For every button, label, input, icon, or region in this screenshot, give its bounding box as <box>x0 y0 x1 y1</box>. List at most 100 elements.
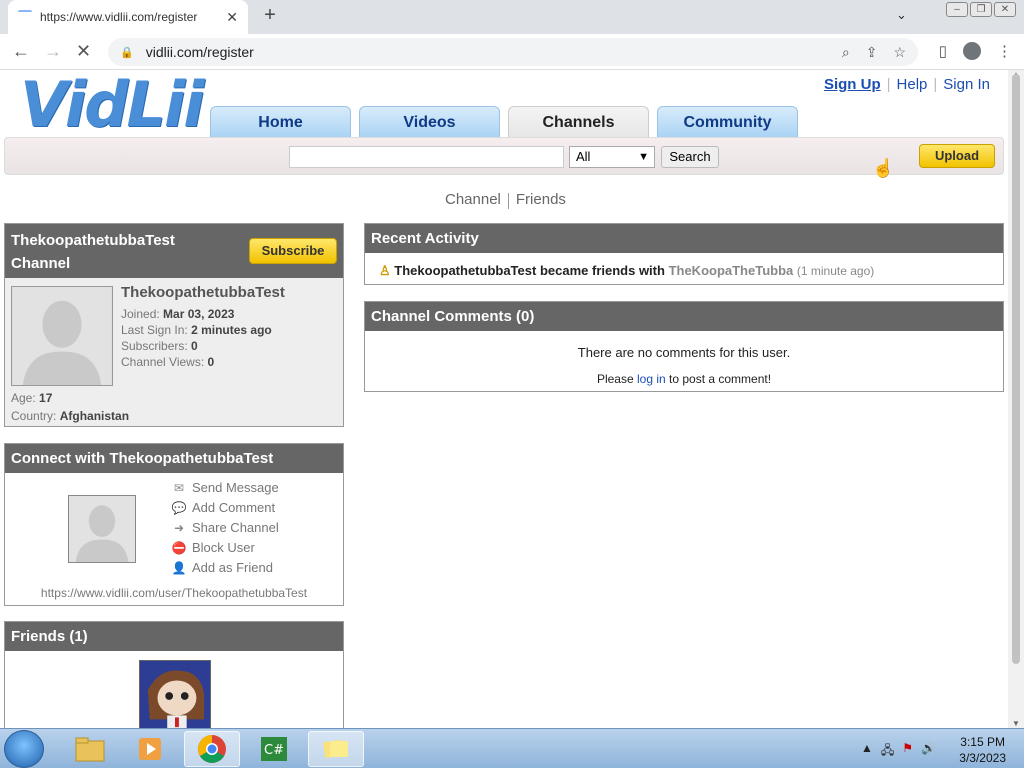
friend-avatar-image <box>140 661 210 728</box>
friend-activity-icon: ♙ <box>379 263 391 278</box>
new-tab-icon[interactable]: + <box>258 4 282 27</box>
age-stat: Age: 17 <box>11 391 52 405</box>
country-stat: Country: Afghanistan <box>11 409 129 423</box>
envelope-icon: ✉ <box>173 480 185 495</box>
chrome-taskbar-icon[interactable] <box>184 731 240 767</box>
browser-tab[interactable]: https://www.vidlii.com/register ✕ <box>8 0 248 34</box>
add-friend-label[interactable]: Add as Friend <box>192 560 273 575</box>
upload-button[interactable]: Upload <box>919 144 995 168</box>
search-category-select[interactable]: All ▼ <box>569 146 655 168</box>
csharp-app-icon[interactable]: C# <box>246 731 302 767</box>
clock[interactable]: 3:15 PM 3/3/2023 <box>959 734 1006 766</box>
login-link[interactable]: log in <box>637 372 666 386</box>
views-value: 0 <box>207 355 215 369</box>
profile-avatar-icon[interactable] <box>963 42 981 60</box>
csharp-icon: C# <box>261 737 287 761</box>
volume-icon[interactable]: 🔊 <box>921 741 936 762</box>
tab-search-chevron-icon[interactable]: ⌄ <box>896 7 907 23</box>
recent-header: Recent Activity <box>365 224 1003 253</box>
back-icon[interactable]: ← <box>12 41 30 62</box>
stop-loading-icon[interactable]: ✕ <box>76 41 91 62</box>
close-tab-icon[interactable]: ✕ <box>226 9 238 26</box>
scroll-thumb[interactable] <box>1012 74 1020 664</box>
friends-box: Friends (1) <box>4 621 344 728</box>
url-text[interactable]: vidlii.com/register <box>146 44 254 60</box>
notes-app-icon[interactable] <box>308 731 364 767</box>
activity-friend-link[interactable]: TheKoopaTheTubba <box>669 263 794 278</box>
search-input[interactable] <box>289 146 564 168</box>
tab-title: https://www.vidlii.com/register <box>40 10 198 24</box>
login-prompt-prefix: Please <box>596 372 634 386</box>
menu-kebab-icon[interactable]: ⋮ <box>997 42 1012 60</box>
folder-icon <box>75 737 105 762</box>
activity-user[interactable]: ThekoopathetubbaTest <box>394 263 536 278</box>
search-bar: All ▼ Search Upload <box>4 137 1004 175</box>
page-scrollbar[interactable]: ▲ ▼ <box>1008 70 1024 728</box>
media-player-icon[interactable] <box>122 731 178 767</box>
windows-taskbar: C# ▲ 🖧 ⚑ 🔊 3:15 PM 3/3/2023 <box>0 728 1024 768</box>
signin-link[interactable]: Sign In <box>937 76 996 93</box>
help-link[interactable]: Help <box>891 76 934 93</box>
nav-videos[interactable]: Videos <box>359 106 500 138</box>
nav-home[interactable]: Home <box>210 106 351 138</box>
share-arrow-icon: ➜ <box>173 520 185 535</box>
omnibox[interactable]: 🔒 vidlii.com/register ⌕ ⇪ ☆ <box>108 38 918 66</box>
send-message-label[interactable]: Send Message <box>192 480 279 495</box>
search-button[interactable]: Search <box>661 146 719 168</box>
country-label: Country: <box>11 409 57 423</box>
subscribe-button[interactable]: Subscribe <box>249 238 337 264</box>
block-user-label[interactable]: Block User <box>192 540 255 555</box>
age-label: Age: <box>11 391 36 405</box>
comments-header: Channel Comments (0) <box>365 302 1003 331</box>
share-icon[interactable]: ⇪ <box>866 44 878 61</box>
main-nav: Home Videos Channels Community <box>210 106 798 138</box>
address-bar-row: ← → ✕ 🔒 vidlii.com/register ⌕ ⇪ ☆ ▯ ⋮ <box>0 34 1024 70</box>
file-explorer-icon[interactable] <box>62 731 118 767</box>
profile-box: ThekoopathetubbaTest Channel Subscribe T… <box>4 223 344 427</box>
action-center-icon[interactable]: ⚑ <box>902 741 913 762</box>
maximize-icon[interactable]: ❐ <box>970 2 992 17</box>
lock-icon[interactable]: 🔒 <box>120 46 134 59</box>
send-message-link[interactable]: ✉ Send Message <box>171 480 279 495</box>
subnav-channel[interactable]: Channel <box>438 191 508 209</box>
block-user-link[interactable]: ⛔ Block User <box>171 540 255 555</box>
speech-bubble-icon: 💬 <box>171 500 187 515</box>
joined-stat: Joined: Mar 03, 2023 <box>121 307 234 321</box>
share-channel-label[interactable]: Share Channel <box>192 520 279 535</box>
channel-comments-box: Channel Comments (0) There are no commen… <box>364 301 1004 392</box>
clock-time: 3:15 PM <box>960 735 1005 749</box>
browser-tabbar: https://www.vidlii.com/register ✕ + ⌄ – … <box>0 0 1024 34</box>
friend-avatar[interactable] <box>139 660 211 728</box>
network-icon[interactable]: 🖧 <box>881 741 894 762</box>
no-comments-text: There are no comments for this user. <box>577 345 791 360</box>
avatar[interactable] <box>68 495 136 563</box>
minimize-icon[interactable]: – <box>946 2 968 17</box>
nav-channels[interactable]: Channels <box>508 106 649 138</box>
zoom-search-icon[interactable]: ⌕ <box>842 44 850 61</box>
add-friend-link[interactable]: 👤 Add as Friend <box>171 560 273 575</box>
avatar[interactable] <box>11 286 113 386</box>
lastsignin-stat: Last Sign In: 2 minutes ago <box>121 323 272 337</box>
forward-icon[interactable]: → <box>44 41 62 62</box>
side-panel-icon[interactable]: ▯ <box>939 42 947 60</box>
vidlii-logo[interactable]: VidLii <box>20 72 205 138</box>
login-prompt-suffix: to post a comment! <box>669 372 772 386</box>
joined-label: Joined: <box>121 307 160 321</box>
connect-box: Connect with ThekoopathetubbaTest ✉ Send … <box>4 443 344 606</box>
lastsignin-value: 2 minutes ago <box>191 323 272 337</box>
scroll-down-icon[interactable]: ▼ <box>1012 719 1020 728</box>
country-value: Afghanistan <box>59 409 130 423</box>
system-tray: ▲ 🖧 ⚑ 🔊 <box>861 741 936 762</box>
start-button[interactable] <box>4 730 44 768</box>
share-channel-link[interactable]: ➜ Share Channel <box>171 520 279 535</box>
bookmark-star-icon[interactable]: ☆ <box>893 44 906 61</box>
signup-link[interactable]: Sign Up <box>818 76 887 93</box>
account-links: Sign Up | Help | Sign In <box>818 76 996 93</box>
close-window-icon[interactable]: ✕ <box>994 2 1016 17</box>
subnav-friends[interactable]: Friends <box>509 191 573 209</box>
nav-community[interactable]: Community <box>657 106 798 138</box>
add-comment-link[interactable]: 💬 Add Comment <box>171 500 276 515</box>
tray-expand-icon[interactable]: ▲ <box>861 741 873 762</box>
add-comment-label[interactable]: Add Comment <box>192 500 275 515</box>
connect-header: Connect with ThekoopathetubbaTest <box>5 444 343 473</box>
